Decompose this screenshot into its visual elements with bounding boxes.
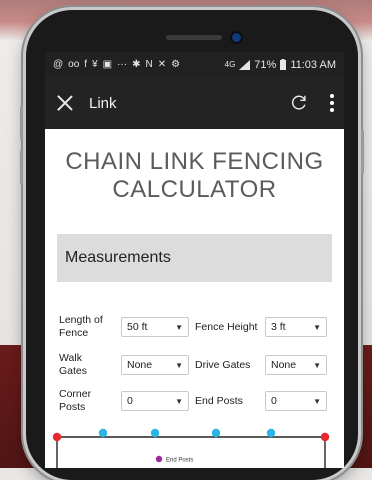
notification-icon: ¥ <box>92 59 98 70</box>
drive-gates-label: Drive Gates <box>195 358 251 371</box>
phone-speaker <box>166 35 222 40</box>
end-post-marker <box>320 432 330 442</box>
dropdown-arrow-icon: ▼ <box>313 396 321 406</box>
app-bar: Link <box>45 77 344 129</box>
dropdown-arrow-icon: ▼ <box>175 322 183 332</box>
line-post-marker <box>150 428 160 438</box>
notification-icon: @ <box>53 59 64 70</box>
walk-gates-select[interactable]: None ▼ <box>121 355 189 375</box>
corner-posts-select[interactable]: 0 ▼ <box>121 391 189 411</box>
more-vert-icon[interactable] <box>330 94 334 112</box>
length-of-fence-value: 50 ft <box>127 321 148 333</box>
page-content: CHAIN LINK FENCING CALCULATOR Measuremen… <box>45 148 344 416</box>
legend-label: End Posts <box>166 458 193 464</box>
phone-screen: @ oo f ¥ ▣ ··· ✱ N ✕ ⚙ 4G 71% 11:03 AM L… <box>45 52 344 468</box>
notification-icon: ▣ <box>102 59 113 70</box>
notification-icon: oo <box>68 59 80 70</box>
line-post-marker <box>98 428 108 438</box>
fence-height-select[interactable]: 3 ft ▼ <box>265 317 327 337</box>
bluetooth-icon: ✱ <box>132 59 141 70</box>
dropdown-arrow-icon: ▼ <box>313 322 321 332</box>
end-posts-label: End Posts <box>195 394 243 407</box>
mute-icon: ✕ <box>157 59 167 70</box>
walk-gates-label: Walk Gates <box>59 352 88 377</box>
nfc-icon: N <box>145 59 153 70</box>
drive-gates-select[interactable]: None ▼ <box>265 355 327 375</box>
battery-icon <box>280 59 287 70</box>
battery-percent: 71% <box>254 58 277 71</box>
form-row: Length of Fence 50 ft ▼ Fence Height 3 f… <box>59 310 330 344</box>
settings-icon: ⚙ <box>171 59 181 70</box>
form-row: Walk Gates None ▼ Drive Gates None ▼ <box>59 350 330 380</box>
length-of-fence-label: Length of Fence <box>59 314 103 339</box>
legend-dot <box>155 455 163 463</box>
end-post-marker <box>52 432 62 442</box>
clock: 11:03 AM <box>290 58 336 71</box>
line-post-marker <box>266 428 276 438</box>
signal-icon <box>239 59 251 70</box>
corner-posts-label: Corner Posts <box>59 388 92 413</box>
close-icon[interactable] <box>55 93 75 113</box>
status-bar: @ oo f ¥ ▣ ··· ✱ N ✕ ⚙ 4G 71% 11:03 AM <box>45 52 344 77</box>
app-bar-title: Link <box>89 94 117 112</box>
reload-icon[interactable] <box>290 94 308 112</box>
drive-gates-value: None <box>271 359 297 371</box>
corner-posts-value: 0 <box>127 395 133 407</box>
phone-volume-button <box>20 150 23 184</box>
end-posts-select[interactable]: 0 ▼ <box>265 391 327 411</box>
dropdown-arrow-icon: ▼ <box>175 360 183 370</box>
facebook-icon: f <box>84 59 88 70</box>
network-type: 4G <box>224 60 236 69</box>
walk-gates-value: None <box>127 359 153 371</box>
fence-height-label: Fence Height <box>195 320 258 333</box>
more-notifications-icon: ··· <box>117 59 128 70</box>
form-row: Corner Posts 0 ▼ End Posts 0 ▼ <box>59 386 330 416</box>
fence-height-value: 3 ft <box>271 321 286 333</box>
line-post-marker <box>211 428 221 438</box>
length-of-fence-select[interactable]: 50 ft ▼ <box>121 317 189 337</box>
phone-volume-button <box>20 106 23 140</box>
end-posts-value: 0 <box>271 395 277 407</box>
notification-icons: @ oo f ¥ ▣ ··· ✱ N ✕ ⚙ <box>53 59 180 70</box>
dropdown-arrow-icon: ▼ <box>175 396 183 406</box>
phone-camera <box>232 33 241 42</box>
fence-diagram: End Posts <box>52 428 330 468</box>
measurements-heading: Measurements <box>57 234 332 282</box>
phone-power-button <box>361 130 364 174</box>
dropdown-arrow-icon: ▼ <box>313 360 321 370</box>
measurements-form: Length of Fence 50 ft ▼ Fence Height 3 f… <box>59 310 330 416</box>
page-title: CHAIN LINK FENCING CALCULATOR <box>65 148 324 203</box>
